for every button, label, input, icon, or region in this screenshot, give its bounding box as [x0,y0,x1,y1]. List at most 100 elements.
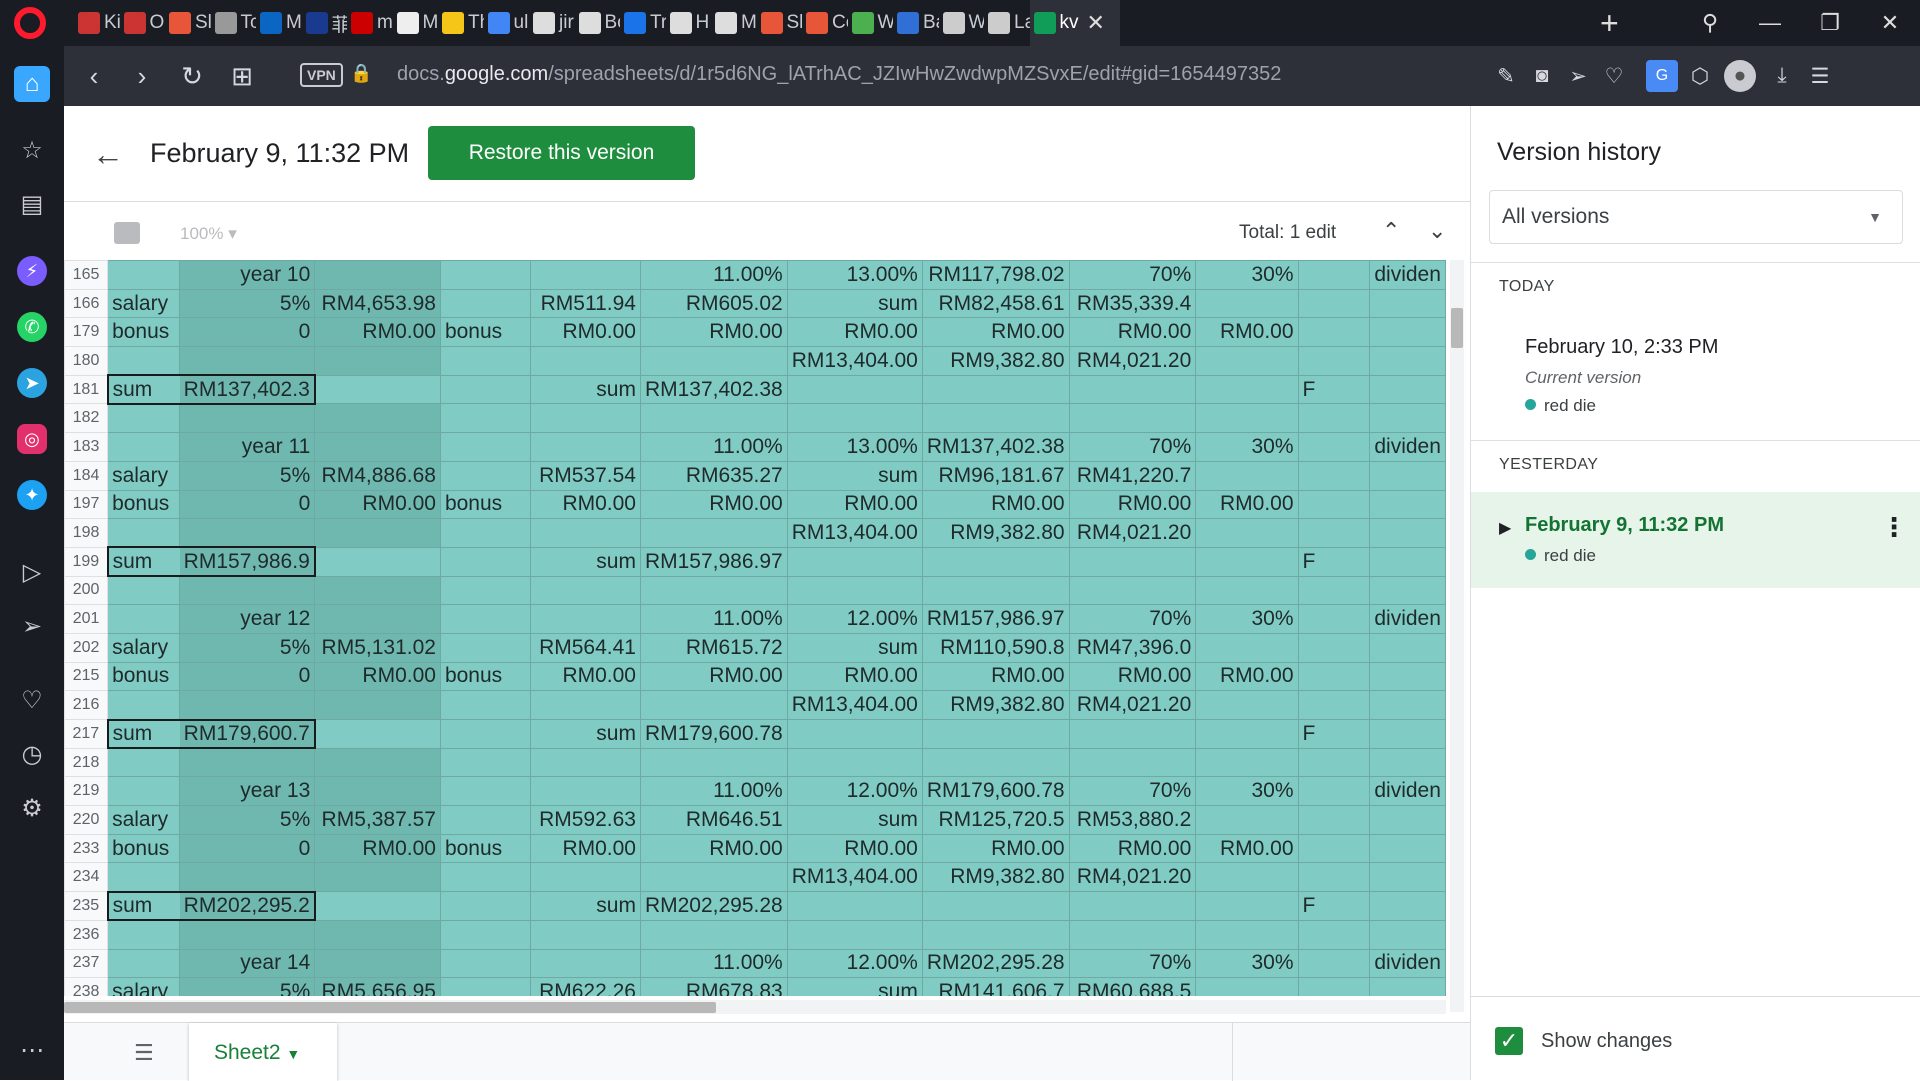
grid-cell[interactable] [314,891,441,921]
restore-version-button[interactable]: Restore this version [428,126,695,180]
grid-cell[interactable] [439,805,532,835]
grid-cell[interactable] [1195,403,1299,434]
grid-cell[interactable]: RM0.00 [639,489,788,520]
row-number[interactable]: 201 [64,604,109,634]
grid-cell[interactable] [530,948,641,979]
grid-cell[interactable] [107,260,181,290]
grid-cell[interactable] [1297,489,1371,520]
grid-cell[interactable]: year 13 [179,776,316,807]
grid-cell[interactable] [786,719,923,749]
row-number[interactable]: 202 [64,632,109,663]
grid-cell[interactable] [314,747,441,778]
easy-setup-icon[interactable]: ☰ [1804,60,1836,92]
grid-cell[interactable] [530,690,641,720]
forward-icon[interactable]: › [124,58,160,94]
grid-cell[interactable] [921,403,1070,434]
row-number[interactable]: 166 [64,288,109,319]
grid-cell[interactable] [179,403,316,434]
grid-cell[interactable] [1297,460,1371,491]
grid-cell[interactable]: RM13,404.00 [786,518,923,548]
edit-page-icon[interactable]: ✎ [1490,60,1522,92]
grid-cell[interactable]: 0 [179,489,316,520]
grid-cell[interactable] [530,747,641,778]
grid-cell[interactable]: 13.00% [786,432,923,462]
grid-cell[interactable]: 30% [1195,948,1299,979]
grid-cell[interactable] [314,776,441,807]
grid-cell[interactable]: dividen [1369,260,1446,290]
grid-cell[interactable] [439,460,532,491]
grid-cell[interactable] [1369,977,1446,996]
grid-cell[interactable]: RM564.41 [530,632,641,663]
profile-avatar-icon[interactable]: ● [1724,60,1756,92]
grid-cell[interactable] [1195,288,1299,319]
row-number[interactable]: 183 [64,432,109,462]
row-number[interactable]: 165 [64,260,109,290]
row-number[interactable]: 236 [64,919,109,950]
grid-cell[interactable] [314,948,441,979]
zoom-select[interactable]: 100% ▾ [180,224,237,244]
grid-cell[interactable]: bonus [439,661,532,692]
grid-cell[interactable]: sum [106,374,180,405]
grid-cell[interactable] [439,862,532,893]
grid-cell[interactable] [314,260,441,290]
grid-cell[interactable] [786,891,923,921]
grid-cell[interactable] [1297,403,1371,434]
grid-cell[interactable] [1297,518,1371,548]
grid-cell[interactable] [639,747,788,778]
row-number[interactable]: 217 [64,719,109,749]
grid-cell[interactable] [1068,546,1197,577]
grid-cell[interactable]: RM53,880.2 [1068,805,1197,835]
row-number[interactable]: 197 [64,489,109,520]
close-window-icon[interactable]: ✕ [1860,0,1920,46]
grid-cell[interactable]: RM0.00 [786,317,923,348]
row-number[interactable]: 199 [64,546,109,577]
grid-cell[interactable] [107,604,181,634]
grid-cell[interactable]: RM0.00 [921,833,1070,864]
grid-cell[interactable] [1068,403,1197,434]
grid-cell[interactable] [1369,833,1446,864]
grid-cell[interactable] [1297,747,1371,778]
previous-edit-icon[interactable]: ⌃ [1382,218,1400,244]
grid-cell[interactable] [107,747,181,778]
grid-cell[interactable] [530,919,641,950]
all-sheets-icon[interactable]: ☰ [134,1040,154,1066]
grid-cell[interactable] [439,403,532,434]
grid-cell[interactable] [1369,747,1446,778]
row-number[interactable]: 180 [64,346,109,376]
grid-cell[interactable] [314,432,441,462]
grid-cell[interactable]: 11.00% [639,776,788,807]
grid-cell[interactable] [1369,546,1446,577]
grid-cell[interactable] [1297,805,1371,835]
grid-cell[interactable]: RM157,986.97 [639,546,788,577]
row-number[interactable]: 198 [64,518,109,548]
grid-cell[interactable] [639,518,788,548]
grid-cell[interactable] [1369,661,1446,692]
grid-cell[interactable] [1369,632,1446,663]
grid-cell[interactable] [439,546,532,577]
grid-cell[interactable] [1369,403,1446,434]
row-number[interactable]: 215 [64,661,109,692]
grid-cell[interactable] [1369,805,1446,835]
grid-cell[interactable]: salary [107,288,181,319]
grid-cell[interactable]: RM615.72 [639,632,788,663]
translate-icon[interactable]: G [1646,60,1678,92]
url-field[interactable]: docs.google.com/spreadsheets/d/1r5d6NG_l… [397,63,1281,86]
settings-icon[interactable]: ⚙ [14,790,50,826]
grid-cell[interactable] [921,891,1070,921]
grid-cell[interactable] [1297,919,1371,950]
grid-cell[interactable] [107,575,181,606]
history-icon[interactable]: ◷ [14,736,50,772]
grid-cell[interactable]: RM179,600.78 [639,719,788,749]
browser-tab[interactable]: Sl [165,0,211,46]
grid-cell[interactable]: RM678.83 [639,977,788,996]
grid-cell[interactable] [314,604,441,634]
grid-cell[interactable]: 70% [1068,260,1197,290]
heart-icon[interactable]: ♡ [14,682,50,718]
grid-cell[interactable]: RM82,458.61 [921,288,1070,319]
grid-cell[interactable] [439,977,532,996]
grid-cell[interactable] [314,719,441,749]
grid-cell[interactable] [921,575,1070,606]
grid-cell[interactable]: sum [786,288,923,319]
browser-tab[interactable]: Th [438,0,484,46]
grid-cell[interactable]: RM0.00 [314,661,441,692]
